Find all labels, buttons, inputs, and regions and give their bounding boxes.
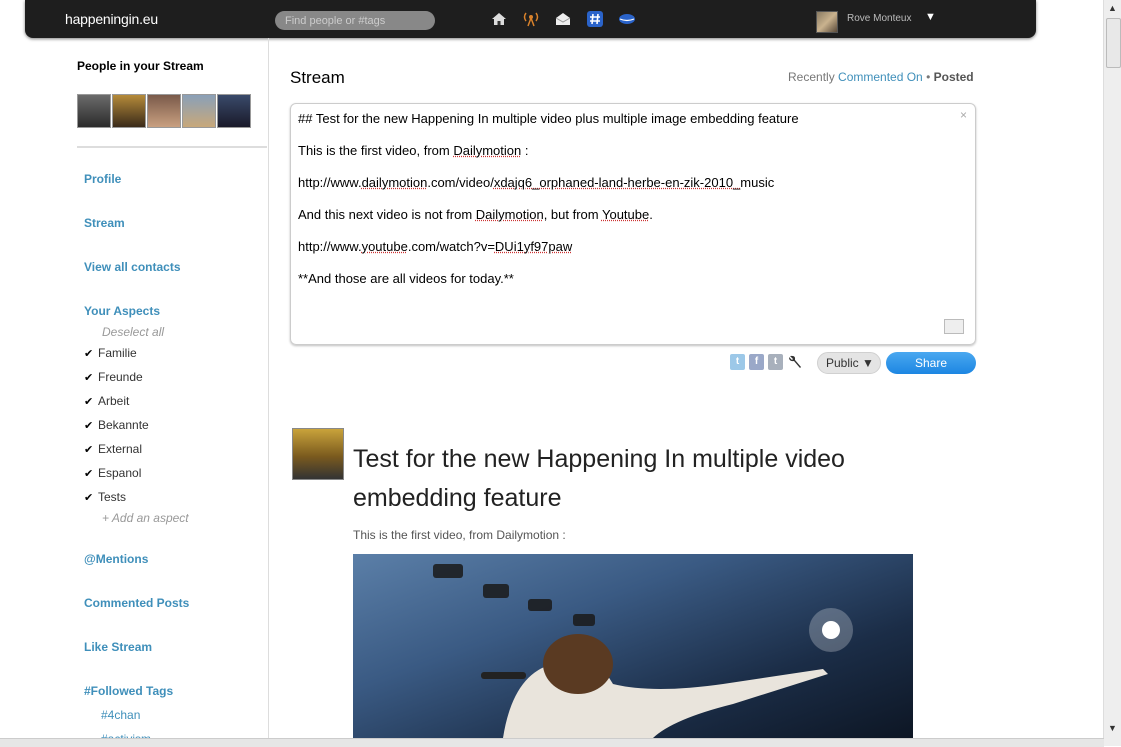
brand-logo[interactable]: happeningin.eu: [65, 11, 158, 27]
share-button[interactable]: Share: [886, 352, 976, 374]
contact-avatar[interactable]: [182, 94, 216, 128]
stream-sort-options: Recently Commented On • Posted: [788, 70, 974, 84]
contact-avatar[interactable]: [112, 94, 146, 128]
scroll-down-icon[interactable]: ▼: [1106, 722, 1119, 735]
user-avatar[interactable]: [816, 11, 838, 33]
broadcast-icon[interactable]: [522, 10, 540, 28]
video-embed[interactable]: [353, 554, 913, 738]
sidebar-item-followed-tags[interactable]: #Followed Tags: [84, 684, 173, 698]
checkmark-icon: ✔: [84, 348, 94, 360]
sidebar-item-profile[interactable]: Profile: [84, 172, 121, 186]
composer-line: http://www.dailymotion.com/video/xdajq6_…: [298, 175, 775, 190]
contact-avatar[interactable]: [77, 94, 111, 128]
followed-tag-link[interactable]: #4chan: [101, 708, 140, 722]
aspect-item[interactable]: ✔ Familie: [84, 346, 137, 360]
home-icon[interactable]: [490, 10, 508, 28]
sort-commented-on-link[interactable]: Commented On: [838, 70, 923, 84]
divider: [77, 146, 267, 148]
page-title: Stream: [290, 68, 345, 87]
sort-posted-link[interactable]: Posted: [934, 70, 974, 84]
sidebar-item-stream[interactable]: Stream: [84, 216, 125, 230]
post-title: Test for the new Happening In multiple v…: [353, 445, 845, 512]
hashtag-icon[interactable]: [586, 10, 604, 28]
sidebar-item-view-all-contacts[interactable]: View all contacts: [84, 260, 181, 274]
sidebar-item-mentions[interactable]: @Mentions: [84, 552, 148, 566]
vertical-scrollbar[interactable]: ▲ ▼: [1103, 0, 1121, 746]
camera-icon[interactable]: [944, 319, 964, 334]
close-icon[interactable]: ×: [960, 108, 967, 122]
aspect-item[interactable]: ✔ Freunde: [84, 370, 143, 384]
twitter-icon[interactable]: t: [730, 354, 745, 370]
checkmark-icon: ✔: [84, 468, 94, 480]
sidebar-item-commented-posts[interactable]: Commented Posts: [84, 596, 189, 610]
aspect-item[interactable]: ✔ External: [84, 442, 142, 456]
checkmark-icon: ✔: [84, 444, 94, 456]
tumblr-icon[interactable]: t: [768, 354, 783, 370]
add-aspect-link[interactable]: + Add an aspect: [102, 511, 189, 525]
checkmark-icon: ✔: [84, 372, 94, 384]
checkmark-icon: ✔: [84, 492, 94, 504]
scroll-up-icon[interactable]: ▲: [1106, 2, 1119, 15]
aspect-item[interactable]: ✔ Espanol: [84, 466, 141, 480]
sidebar-item-your-aspects[interactable]: Your Aspects: [84, 304, 160, 318]
composer-line: ## Test for the new Happening In multipl…: [298, 111, 799, 126]
left-sidebar: People in your Stream Profile Stream Vie…: [0, 38, 269, 740]
scrollbar-thumb[interactable]: [1106, 18, 1121, 68]
wrench-icon[interactable]: [787, 354, 803, 370]
contact-avatar[interactable]: [147, 94, 181, 128]
user-name[interactable]: Rove Monteux: [847, 13, 911, 24]
aspect-item[interactable]: ✔ Arbeit: [84, 394, 129, 408]
lips-icon[interactable]: [618, 10, 636, 28]
composer-line: This is the first video, from Dailymotio…: [298, 143, 529, 158]
composer-line: And this next video is not from Dailymot…: [298, 207, 653, 222]
checkmark-icon: ✔: [84, 396, 94, 408]
people-in-stream-heading: People in your Stream: [77, 59, 204, 73]
post-body-text: This is the first video, from Dailymotio…: [353, 528, 566, 542]
top-navigation-bar: happeningin.eu Rove Monteux ▼: [25, 0, 1036, 38]
chevron-down-icon[interactable]: ▼: [925, 11, 936, 23]
mail-icon[interactable]: [554, 10, 572, 28]
post-author-avatar[interactable]: [292, 428, 344, 480]
aspect-item[interactable]: ✔ Tests: [84, 490, 126, 504]
aspect-item[interactable]: ✔ Bekannte: [84, 418, 149, 432]
composer-line: **And those are all videos for today.**: [298, 271, 514, 286]
post-composer-textarea[interactable]: × ## Test for the new Happening In multi…: [290, 103, 976, 345]
search-input[interactable]: [275, 11, 435, 30]
checkmark-icon: ✔: [84, 420, 94, 432]
contact-avatar[interactable]: [217, 94, 251, 128]
sidebar-item-like-stream[interactable]: Like Stream: [84, 640, 152, 654]
facebook-icon[interactable]: f: [749, 354, 764, 370]
deselect-all-link[interactable]: Deselect all: [102, 325, 164, 339]
composer-line: http://www.youtube.com/watch?v=DUi1yf97p…: [298, 239, 573, 254]
visibility-dropdown[interactable]: Public ▼: [817, 352, 881, 374]
video-thumbnail: [433, 564, 853, 738]
